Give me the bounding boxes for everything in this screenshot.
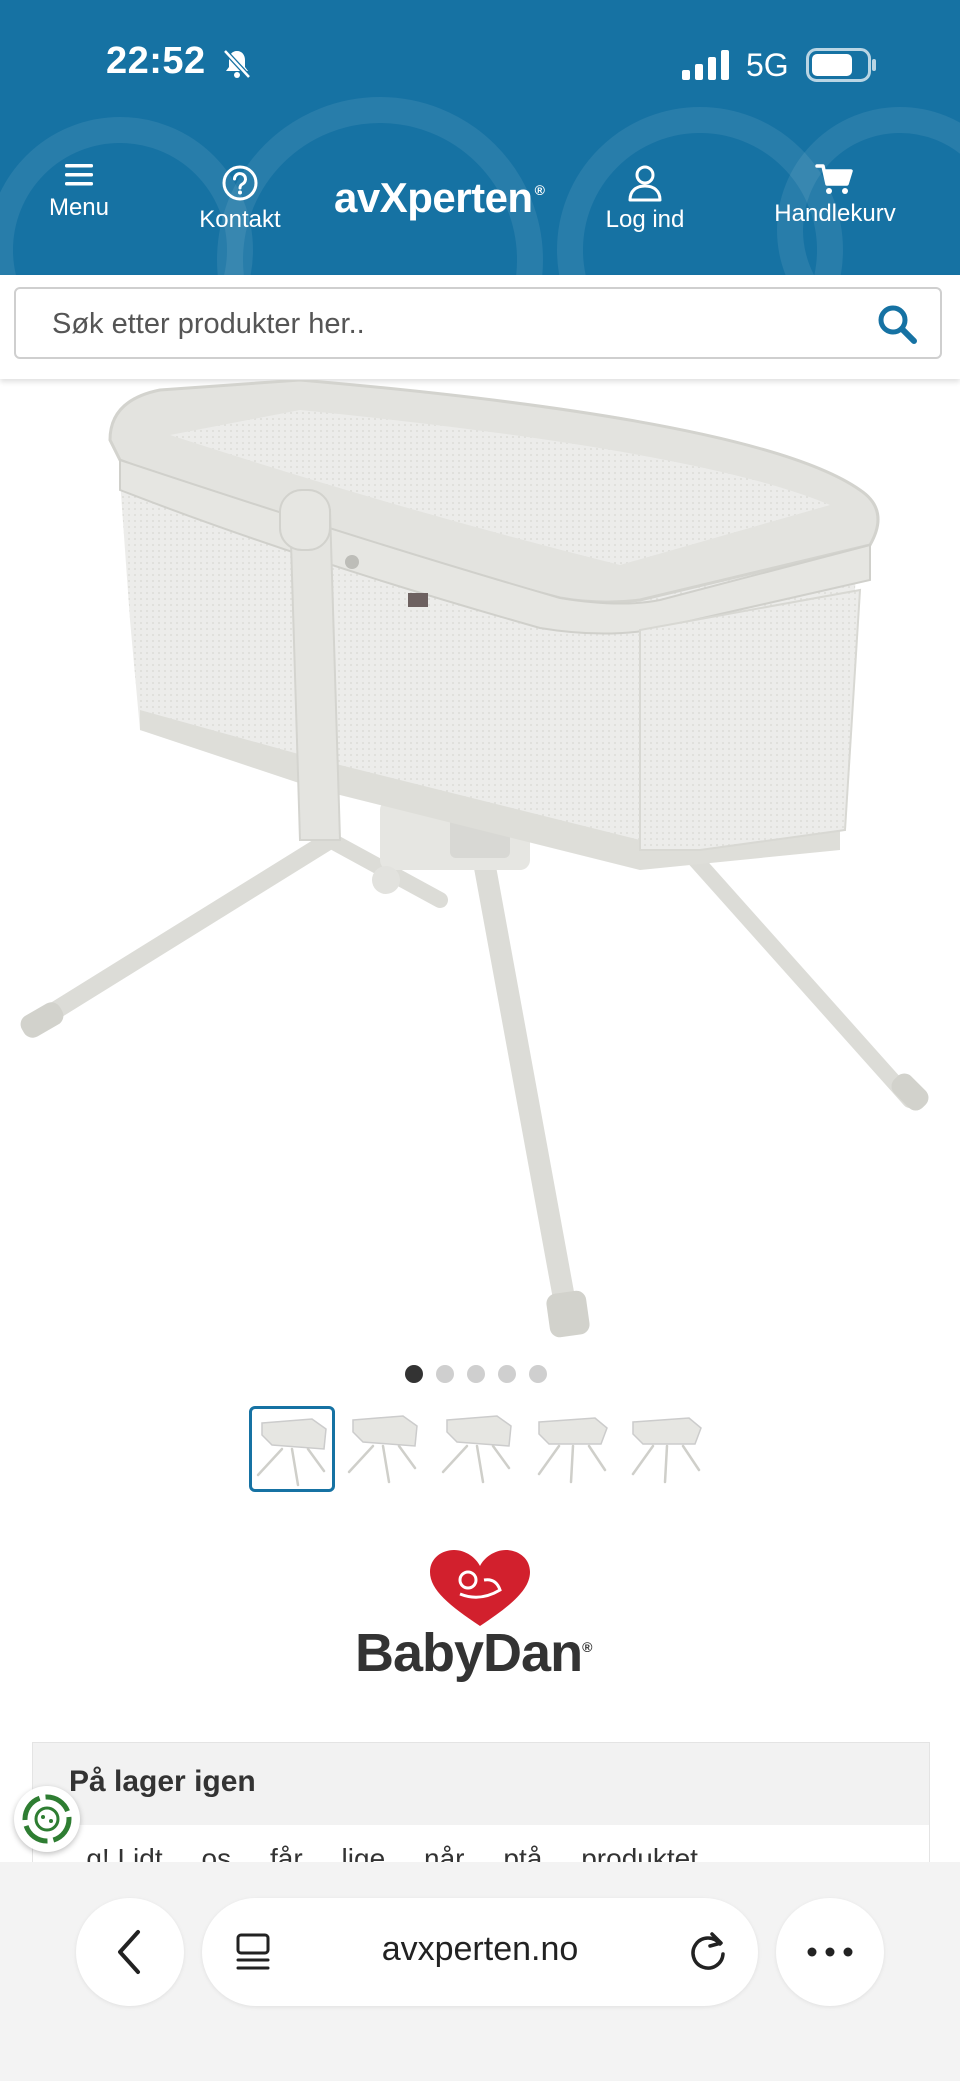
search-bar xyxy=(0,275,960,379)
url-text: avxperten.no xyxy=(381,1930,579,1968)
browser-toolbar: avxperten.no xyxy=(0,1862,960,2081)
stock-notice-text: ...g! Lidt ... os ... får ... lige ... n… xyxy=(63,1843,698,1864)
brand-heart-icon xyxy=(430,1550,530,1626)
more-button[interactable] xyxy=(776,1898,884,2006)
thumbnail-bassinet-image xyxy=(537,1417,608,1484)
gallery-thumbnail[interactable] xyxy=(343,1406,429,1492)
nav-contact-label: Kontakt xyxy=(199,206,281,233)
bell-off-icon xyxy=(223,49,251,79)
logo-text: avXperten xyxy=(334,174,533,221)
thumbnail-bassinet-image xyxy=(631,1417,702,1484)
stock-notice: På lager igen ...g! Lidt ... os ... får … xyxy=(32,1742,930,1864)
back-button[interactable] xyxy=(76,1898,184,2006)
stock-notice-title: På lager igen xyxy=(69,1765,256,1798)
nav-contact-button[interactable]: Kontakt xyxy=(192,164,288,234)
gallery-dot[interactable] xyxy=(498,1365,516,1383)
help-circle-icon xyxy=(222,165,258,201)
nav-cart-label: Handlekurv xyxy=(774,200,896,227)
nav-login-button[interactable]: Log ind xyxy=(602,164,688,234)
menu-icon xyxy=(65,164,93,186)
cart-icon xyxy=(815,164,853,194)
thumbnail-bassinet-image xyxy=(441,1415,512,1484)
gallery-thumbnail[interactable] xyxy=(437,1406,523,1492)
brand-registered-mark: ® xyxy=(582,1639,592,1655)
eco-badge[interactable] xyxy=(14,1786,80,1852)
gallery-thumbnail[interactable] xyxy=(531,1406,617,1492)
network-type: 5G xyxy=(746,47,789,83)
nav-menu-label: Menu xyxy=(48,194,110,221)
nav-menu-button[interactable]: Menu xyxy=(44,160,114,222)
nav-login-label: Log ind xyxy=(605,206,685,233)
reload-icon[interactable] xyxy=(686,1930,730,1974)
search-field xyxy=(14,287,942,359)
battery-icon xyxy=(806,48,876,82)
thumbnail-bassinet-image xyxy=(347,1415,418,1484)
status-time: 22:52 xyxy=(106,40,206,82)
user-icon xyxy=(628,165,662,202)
signal-icon xyxy=(682,50,729,80)
stock-notice-header: På lager igen xyxy=(33,1743,929,1825)
brand-logo[interactable]: BabyDan® xyxy=(355,1622,592,1684)
site-logo[interactable]: avXperten ® xyxy=(334,174,545,222)
gallery-thumbnail[interactable] xyxy=(625,1406,711,1492)
site-header: 22:52 5G Menu Kontakt avXperten ® Log in… xyxy=(0,0,960,275)
address-bar[interactable]: avxperten.no xyxy=(202,1898,758,2006)
gallery-dot[interactable] xyxy=(436,1365,454,1383)
recycle-icon xyxy=(22,1794,72,1844)
product-image-bassinet[interactable] xyxy=(0,380,960,1340)
thumbnail-bassinet-image xyxy=(256,1418,327,1487)
search-icon[interactable] xyxy=(876,303,918,345)
search-input[interactable] xyxy=(50,289,854,359)
gallery-dot[interactable] xyxy=(405,1365,423,1383)
nav-cart-button[interactable]: Handlekurv xyxy=(770,162,900,228)
back-icon xyxy=(118,1930,140,1974)
brand-name: BabyDan xyxy=(355,1623,583,1683)
gallery-thumbnail[interactable] xyxy=(249,1406,335,1492)
gallery-dot[interactable] xyxy=(529,1365,547,1383)
gallery-dot[interactable] xyxy=(467,1365,485,1383)
logo-registered-mark: ® xyxy=(534,182,545,198)
more-icon xyxy=(807,1947,853,1957)
